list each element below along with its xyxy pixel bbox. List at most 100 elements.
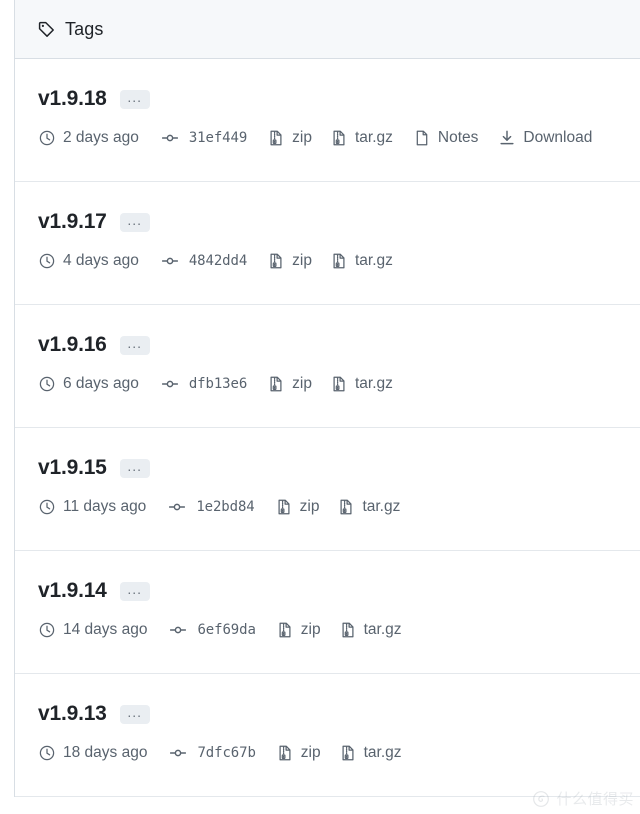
tag-title-line: v1.9.14...	[38, 577, 640, 605]
tag-title-line: v1.9.15...	[38, 454, 640, 482]
tag-list: v1.9.18... 2 days ago 31ef449 zip tar.gz Note…	[15, 59, 640, 797]
tag-ellipsis-button[interactable]: ...	[119, 212, 150, 232]
tag-targz-link[interactable]: tar.gz	[330, 129, 393, 147]
tag-age-label: 4 days ago	[63, 252, 139, 269]
tags-header: Tags	[15, 0, 640, 59]
tag-zip-link[interactable]: zip	[267, 375, 312, 393]
tag-download-label: Download	[523, 129, 593, 146]
tag-notes-link[interactable]: Notes	[413, 129, 479, 147]
tag-targz-label: tar.gz	[362, 498, 401, 515]
tag-age-label: 14 days ago	[63, 621, 148, 638]
tag-commit-hash: 7dfc67b	[197, 745, 256, 761]
tag-zip-label: zip	[292, 252, 312, 269]
tag-commit-link[interactable]: 4842dd4	[161, 252, 247, 270]
tag-age-label: 11 days ago	[63, 498, 147, 515]
clock-icon	[38, 375, 56, 393]
tag-ellipsis-button[interactable]: ...	[119, 581, 150, 601]
tag-commit-hash: dfb13e6	[188, 376, 248, 392]
tag-meta: 11 days ago 1e2bd84 zip tar.gz	[38, 498, 640, 516]
file-zip-icon	[330, 252, 348, 270]
file-zip-icon	[276, 744, 294, 762]
tag-ellipsis-button[interactable]: ...	[119, 89, 150, 109]
tag-notes-label: Notes	[437, 129, 479, 146]
tag-name-link[interactable]: v1.9.13	[38, 700, 107, 728]
tag-row: v1.9.16... 6 days ago dfb13e6 zip tar.gz	[15, 305, 640, 428]
tag-name-link[interactable]: v1.9.14	[38, 577, 107, 605]
tag-zip-link[interactable]: zip	[267, 129, 312, 147]
file-zip-icon	[330, 375, 348, 393]
tag-ellipsis-button[interactable]: ...	[119, 335, 150, 355]
tag-targz-link[interactable]: tar.gz	[339, 744, 402, 762]
tag-ellipsis-button[interactable]: ...	[119, 458, 150, 478]
commit-icon	[161, 129, 179, 147]
file-zip-icon	[267, 375, 285, 393]
tag-age: 18 days ago	[38, 744, 147, 762]
file-icon	[413, 129, 431, 147]
download-icon	[498, 129, 516, 147]
tag-targz-label: tar.gz	[354, 375, 393, 392]
tag-commit-link[interactable]: 31ef449	[161, 129, 247, 147]
tags-panel: Tags v1.9.18... 2 days ago 31ef449 zip tar.g…	[14, 0, 640, 797]
tag-commit-link[interactable]: 6ef69da	[169, 621, 256, 639]
tag-title-line: v1.9.17...	[38, 208, 640, 236]
tag-targz-label: tar.gz	[363, 621, 402, 638]
tag-meta: 18 days ago 7dfc67b zip tar.gz	[38, 744, 640, 762]
tag-age-label: 6 days ago	[63, 375, 139, 392]
tag-targz-label: tar.gz	[354, 129, 393, 146]
file-zip-icon	[339, 621, 357, 639]
tag-row: v1.9.17... 4 days ago 4842dd4 zip tar.gz	[15, 182, 640, 305]
file-zip-icon	[339, 744, 357, 762]
page-title: Tags	[65, 18, 104, 39]
tag-row: v1.9.14... 14 days ago 6ef69da zip tar.gz	[15, 551, 640, 674]
tag-meta: 14 days ago 6ef69da zip tar.gz	[38, 621, 640, 639]
clock-icon	[38, 498, 56, 516]
tag-zip-link[interactable]: zip	[275, 498, 319, 516]
tag-targz-label: tar.gz	[363, 744, 402, 761]
tag-meta: 2 days ago 31ef449 zip tar.gz Notes Download	[38, 129, 640, 147]
tag-meta: 4 days ago 4842dd4 zip tar.gz	[38, 252, 640, 270]
tag-icon	[37, 20, 55, 38]
tag-title-line: v1.9.16...	[38, 331, 640, 359]
tag-targz-link[interactable]: tar.gz	[337, 498, 400, 516]
commit-icon	[161, 375, 179, 393]
tag-targz-link[interactable]: tar.gz	[330, 252, 393, 270]
tag-download-link[interactable]: Download	[498, 129, 592, 147]
tag-name-link[interactable]: v1.9.15	[38, 454, 107, 482]
file-zip-icon	[276, 621, 294, 639]
tag-row: v1.9.13... 18 days ago 7dfc67b zip tar.gz	[15, 674, 640, 797]
tag-zip-label: zip	[292, 375, 312, 392]
tag-commit-hash: 4842dd4	[188, 253, 248, 269]
tag-age-label: 18 days ago	[63, 744, 148, 761]
tag-zip-link[interactable]: zip	[267, 252, 312, 270]
tag-commit-hash: 31ef449	[188, 130, 248, 146]
file-zip-icon	[337, 498, 355, 516]
tag-commit-link[interactable]: dfb13e6	[161, 375, 247, 393]
commit-icon	[169, 621, 187, 639]
tag-age: 11 days ago	[38, 498, 146, 516]
clock-icon	[38, 129, 56, 147]
commit-icon	[168, 498, 186, 516]
tag-zip-link[interactable]: zip	[276, 744, 321, 762]
tag-name-link[interactable]: v1.9.18	[38, 85, 107, 113]
tag-targz-link[interactable]: tar.gz	[330, 375, 393, 393]
tag-age: 6 days ago	[38, 375, 139, 393]
tag-targz-label: tar.gz	[354, 252, 393, 269]
tag-name-link[interactable]: v1.9.16	[38, 331, 107, 359]
clock-icon	[38, 252, 56, 270]
tag-ellipsis-button[interactable]: ...	[119, 704, 150, 724]
tag-age: 14 days ago	[38, 621, 147, 639]
tag-commit-hash: 6ef69da	[197, 622, 256, 638]
tag-name-link[interactable]: v1.9.17	[38, 208, 107, 236]
commit-icon	[169, 744, 187, 762]
tag-title-line: v1.9.18...	[38, 85, 640, 113]
tag-commit-link[interactable]: 7dfc67b	[169, 744, 256, 762]
tag-targz-link[interactable]: tar.gz	[339, 621, 402, 639]
tag-row: v1.9.18... 2 days ago 31ef449 zip tar.gz Note…	[15, 59, 640, 182]
tag-zip-label: zip	[300, 621, 321, 638]
tag-age-label: 2 days ago	[63, 129, 139, 146]
tag-zip-link[interactable]: zip	[276, 621, 321, 639]
tag-commit-link[interactable]: 1e2bd84	[168, 498, 255, 516]
file-zip-icon	[330, 129, 348, 147]
tag-commit-hash: 1e2bd84	[196, 499, 255, 515]
clock-icon	[38, 621, 56, 639]
